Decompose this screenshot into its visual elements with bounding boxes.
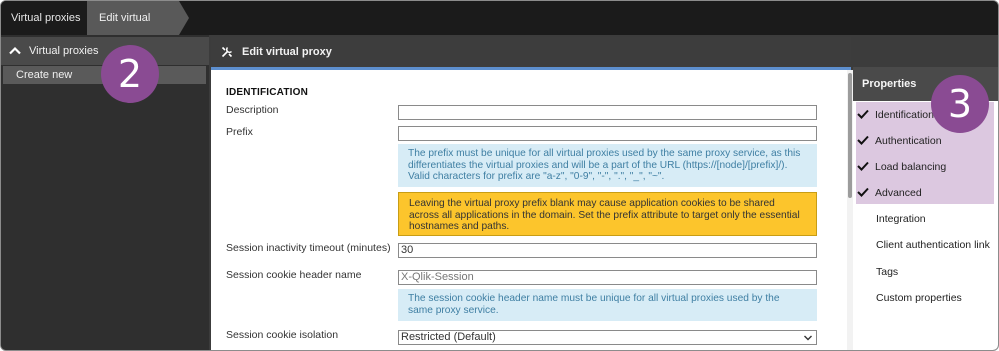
prefix-info-box: The prefix must be unique for all virtua… (398, 144, 817, 187)
property-item-integration[interactable]: Integration (857, 211, 926, 227)
breadcrumb-virtual-proxies[interactable]: Virtual proxies (1, 1, 88, 35)
property-item-advanced[interactable]: Advanced (857, 185, 922, 201)
property-label: Integration (876, 213, 926, 225)
prefix-field[interactable] (398, 126, 817, 141)
panel-header: Edit virtual proxy (211, 37, 851, 70)
description-label: Description (226, 104, 279, 116)
property-label: Tags (876, 266, 899, 278)
property-item-tags[interactable]: Tags (857, 264, 898, 280)
sidebar-header-label: Virtual proxies (29, 45, 99, 57)
prefix-label: Prefix (226, 126, 253, 138)
check-icon (857, 187, 869, 197)
property-label: Advanced (875, 187, 922, 199)
callout-badge-3: 3 (931, 75, 989, 133)
property-item-identification[interactable]: Identification (857, 107, 934, 123)
property-item-custom-properties[interactable]: Custom properties (857, 290, 962, 306)
cookie-header-label: Session cookie header name (226, 269, 362, 281)
property-label: Custom properties (876, 292, 962, 304)
cookie-isolation-select[interactable]: Restricted (Default) (398, 330, 817, 345)
page-title: Edit virtual proxy (242, 46, 332, 58)
section-title: IDENTIFICATION (226, 87, 309, 98)
property-label: Authentication (875, 135, 942, 147)
prefix-warning-box: Leaving the virtual proxy prefix blank m… (398, 192, 817, 236)
property-item-load-balancing[interactable]: Load balancing (857, 159, 946, 175)
cookie-isolation-value: Restricted (Default) (401, 331, 496, 343)
property-item-client-authentication-link[interactable]: Client authentication link (857, 237, 990, 253)
property-item-authentication[interactable]: Authentication (857, 133, 942, 149)
app-window: Virtual proxies Edit virtual proxy Virtu… (0, 0, 999, 351)
breadcrumb: Virtual proxies Edit virtual proxy (1, 1, 998, 58)
property-label: Identification (875, 109, 934, 121)
callout-badge-2: 2 (101, 45, 159, 103)
session-timeout-field[interactable]: 30 (398, 243, 817, 258)
check-icon (857, 135, 869, 145)
tools-icon (221, 46, 233, 58)
property-label: Client authentication link (876, 239, 990, 251)
chevron-down-icon (804, 335, 812, 341)
scrollbar-thumb[interactable] (848, 73, 852, 198)
breadcrumb-edit-virtual-proxy: Edit virtual proxy (87, 1, 189, 58)
check-icon (857, 161, 869, 171)
description-field[interactable] (398, 105, 817, 120)
cookie-header-info-box: The session cookie header name must be u… (398, 289, 817, 321)
chevron-up-icon[interactable] (9, 45, 21, 57)
cookie-header-field[interactable]: X-Qlik-Session (398, 270, 817, 285)
cookie-isolation-label: Session cookie isolation (226, 329, 339, 341)
property-label: Load balancing (875, 161, 947, 173)
session-timeout-label: Session inactivity timeout (minutes) (226, 242, 391, 254)
check-icon (857, 109, 869, 119)
